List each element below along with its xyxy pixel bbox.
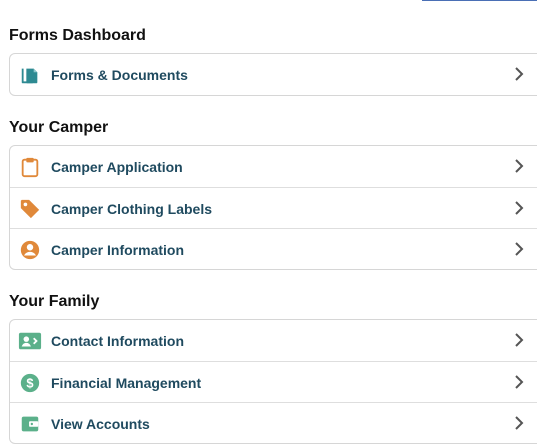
svg-text:$: $ [26, 376, 33, 391]
row-label: Contact Information [51, 333, 184, 349]
row-view-accounts[interactable]: View Accounts [10, 402, 537, 443]
row-label: Camper Clothing Labels [51, 201, 213, 217]
user-circle-icon [18, 238, 42, 262]
row-financial-management[interactable]: $ Financial Management [10, 361, 537, 402]
your-camper-card: Camper Application Camper Clothing Label… [9, 145, 537, 270]
chevron-right-icon [512, 374, 526, 390]
row-label: Financial Management [51, 375, 202, 391]
row-forms-documents[interactable]: Forms & Documents [10, 54, 537, 95]
dollar-circle-icon: $ [18, 371, 42, 395]
your-family-card: Contact Information $ Financial Manageme… [9, 319, 537, 444]
chevron-right-icon [512, 200, 526, 216]
clipboard-icon [18, 155, 42, 179]
chevron-right-icon [512, 241, 526, 257]
top-link-underline[interactable] [422, 0, 537, 1]
row-camper-clothing-labels[interactable]: Camper Clothing Labels [10, 187, 537, 228]
wallet-icon [18, 412, 42, 436]
forms-dashboard-card: Forms & Documents [9, 53, 537, 96]
section-title-your-camper: Your Camper [9, 119, 109, 136]
chevron-right-icon [512, 415, 526, 431]
section-title-forms-dashboard: Forms Dashboard [9, 27, 146, 44]
documents-icon [18, 63, 42, 87]
section-title-your-family: Your Family [9, 293, 100, 310]
row-label: Camper Application [51, 159, 183, 175]
row-camper-application[interactable]: Camper Application [10, 146, 537, 187]
row-camper-information[interactable]: Camper Information [10, 228, 537, 269]
row-label: Camper Information [51, 242, 185, 258]
row-contact-information[interactable]: Contact Information [10, 320, 537, 361]
row-label: View Accounts [51, 416, 150, 432]
chevron-right-icon [512, 332, 526, 348]
row-label: Forms & Documents [51, 67, 188, 83]
tag-icon [18, 197, 42, 221]
chevron-right-icon [512, 66, 526, 82]
chevron-right-icon [512, 158, 526, 174]
contact-card-icon [18, 329, 42, 353]
